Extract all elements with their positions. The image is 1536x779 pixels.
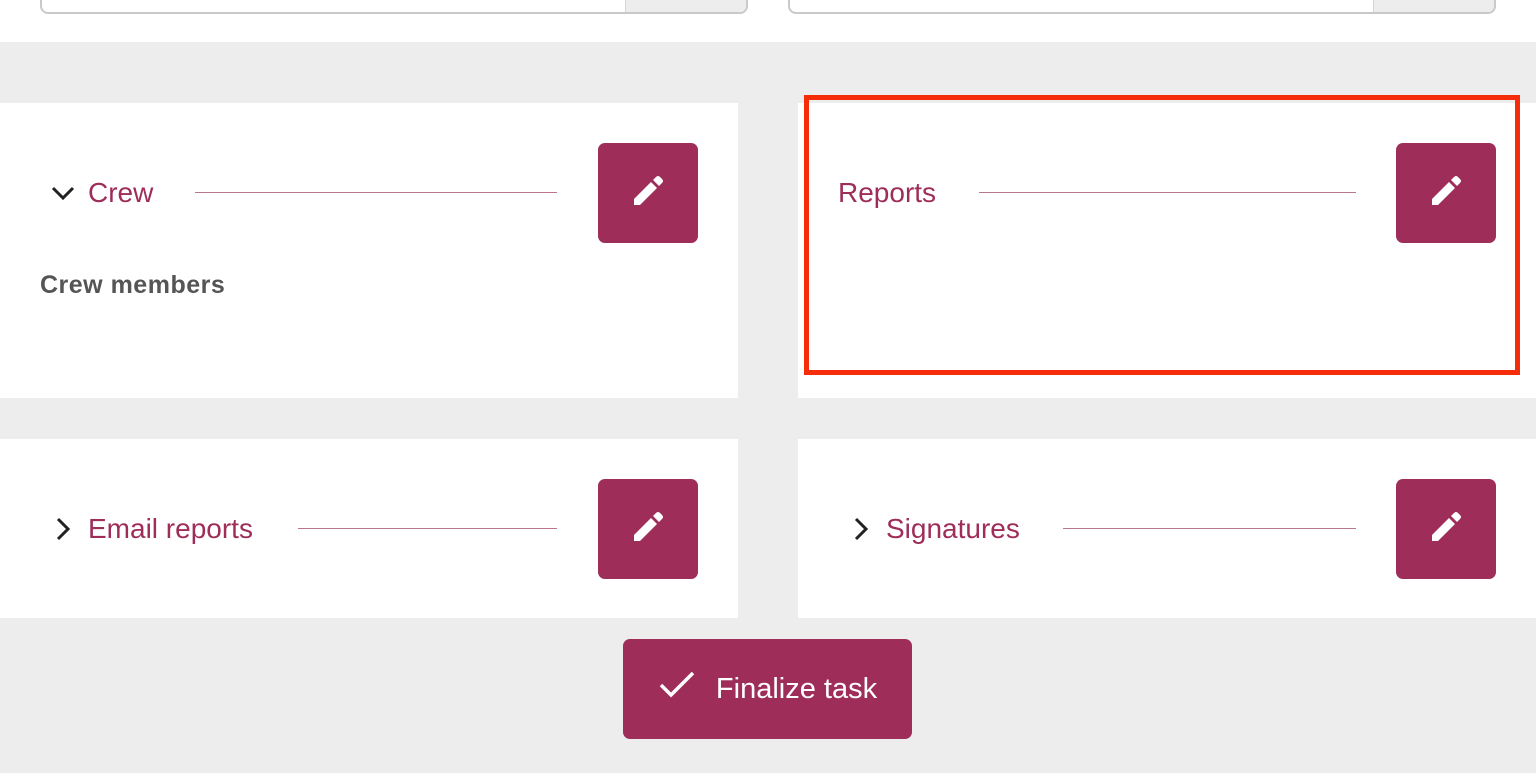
chevron-right-icon[interactable] — [848, 516, 874, 542]
email-reports-divider — [298, 528, 557, 529]
pencil-icon — [1426, 507, 1466, 552]
signatures-edit-button[interactable] — [1396, 479, 1496, 579]
crew-members-label: Crew members — [40, 271, 226, 299]
email-reports-edit-button[interactable] — [598, 479, 698, 579]
crew-card-header: Crew — [0, 143, 738, 243]
signatures-divider — [1063, 528, 1356, 529]
top-right-input[interactable] — [788, 0, 1496, 14]
reports-title[interactable]: Reports — [838, 176, 936, 210]
checkmark-icon — [658, 670, 696, 708]
pencil-icon — [628, 171, 668, 216]
email-reports-card: Email reports — [0, 439, 738, 618]
pencil-icon — [1426, 171, 1466, 216]
email-reports-card-header: Email reports — [0, 479, 738, 579]
crew-card: Crew Crew members — [0, 103, 738, 398]
top-left-input[interactable] — [40, 0, 748, 14]
signatures-title[interactable]: Signatures — [886, 512, 1020, 546]
signatures-card-header: Signatures — [798, 479, 1536, 579]
crew-divider — [195, 192, 557, 193]
chevron-right-icon[interactable] — [50, 516, 76, 542]
signatures-card: Signatures — [798, 439, 1536, 618]
reports-divider — [979, 192, 1356, 193]
reports-card: Reports — [798, 103, 1536, 398]
crew-edit-button[interactable] — [598, 143, 698, 243]
finalize-task-label: Finalize task — [715, 672, 878, 705]
top-right-input-addon[interactable] — [1373, 0, 1494, 12]
reports-edit-button[interactable] — [1396, 143, 1496, 243]
finalize-task-button[interactable]: Finalize task — [623, 639, 912, 739]
top-left-input-addon[interactable] — [625, 0, 746, 12]
bottom-strip — [0, 773, 1536, 779]
chevron-down-icon[interactable] — [50, 180, 76, 206]
pencil-icon — [628, 507, 668, 552]
email-reports-title[interactable]: Email reports — [88, 512, 253, 546]
reports-card-header: Reports — [798, 143, 1536, 243]
top-form-area — [0, 0, 1536, 42]
crew-title[interactable]: Crew — [88, 176, 153, 210]
